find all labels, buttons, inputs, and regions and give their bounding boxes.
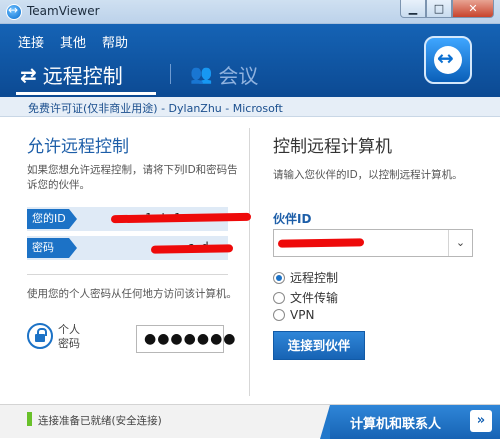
menu-help[interactable]: 帮助: [102, 32, 128, 51]
teamviewer-app-icon: [6, 3, 22, 20]
double-chevron-right-icon[interactable]: »: [470, 410, 492, 432]
radio-remote-control[interactable]: 远程控制: [273, 269, 338, 286]
allow-remote-description: 如果您想允许远程控制，请将下列ID和密码告诉您的伙伴。: [27, 164, 238, 191]
remote-arrows-icon: ⇄: [20, 62, 37, 87]
panel-divider: [249, 128, 250, 396]
personal-password-description: 使用您的个人密码从任何地方访问该计算机。: [27, 288, 237, 300]
title-bar: TeamViewer ▁ □ ✕: [0, 0, 500, 24]
control-remote-title: 控制远程计算机: [273, 137, 392, 157]
personal-password-input[interactable]: ●●●●●●●: [136, 325, 236, 353]
partner-id-input[interactable]: ⌄: [273, 229, 473, 257]
allow-remote-title: 允许远程控制: [27, 137, 129, 157]
maximize-button[interactable]: □: [426, 0, 452, 18]
app-header: 连接 其他 帮助 ⇄ 远程控制 👥 会议: [0, 24, 500, 97]
license-text: 免费许可证(仅非商业用途) - DylanZhu - Microsoft: [28, 102, 283, 115]
your-id-row[interactable]: 您的ID 1 ' 1: [27, 207, 252, 231]
close-button[interactable]: ✕: [452, 0, 494, 18]
active-tab-indicator: [16, 92, 156, 95]
window-title: TeamViewer: [27, 4, 100, 18]
tab-remote-control[interactable]: ⇄ 远程控制: [20, 60, 123, 89]
tab-remote-control-label: 远程控制: [42, 64, 123, 88]
people-icon: 👥: [190, 64, 213, 85]
personal-password-label: 个人 密码: [58, 323, 80, 350]
computers-contacts-label: 计算机和联系人: [350, 417, 442, 432]
computers-contacts-tab[interactable]: 计算机和联系人 »: [320, 405, 500, 439]
radio-button[interactable]: [273, 309, 285, 321]
menu-bar: 连接 其他 帮助: [18, 32, 128, 51]
radio-vpn[interactable]: VPN: [273, 308, 314, 322]
your-id-label: 您的ID: [27, 209, 77, 229]
lock-icon: [27, 323, 53, 349]
radio-button[interactable]: [273, 291, 285, 304]
connect-to-partner-button[interactable]: 连接到伙伴: [273, 331, 365, 360]
password-row[interactable]: 密码 c d: [27, 236, 234, 260]
radio-remote-control-label: 远程控制: [290, 271, 339, 285]
teamviewer-logo-icon: [424, 36, 472, 84]
tab-meeting-label: 会议: [218, 64, 259, 88]
radio-file-transfer-label: 文件传输: [290, 291, 339, 305]
tab-meeting[interactable]: 👥 会议: [190, 60, 258, 89]
status-bar: 连接准备已就绪(安全连接) 计算机和联系人 »: [0, 404, 500, 439]
license-bar: 免费许可证(仅非商业用途) - DylanZhu - Microsoft: [0, 97, 500, 117]
status-text: 连接准备已就绪(安全连接): [38, 415, 162, 427]
radio-file-transfer[interactable]: 文件传输: [273, 289, 338, 306]
id-redaction-mark: [110, 212, 252, 224]
section-divider: [27, 274, 228, 275]
password-redaction-mark: [150, 244, 234, 254]
window-controls: ▁ □ ✕: [400, 0, 494, 19]
radio-button-selected[interactable]: [273, 271, 285, 284]
partner-id-label: 伙伴ID: [273, 212, 312, 226]
minimize-button[interactable]: ▁: [400, 0, 426, 18]
chevron-down-icon[interactable]: ⌄: [448, 230, 472, 256]
control-remote-description: 请输入您伙伴的ID，以控制远程计算机。: [273, 169, 463, 181]
menu-connect[interactable]: 连接: [18, 32, 44, 51]
partner-id-redaction-mark: [277, 238, 365, 248]
status-indicator-icon: [27, 412, 32, 426]
menu-other[interactable]: 其他: [60, 32, 86, 51]
radio-vpn-label: VPN: [290, 308, 315, 322]
tab-separator: [170, 64, 171, 84]
password-label: 密码: [27, 238, 77, 258]
